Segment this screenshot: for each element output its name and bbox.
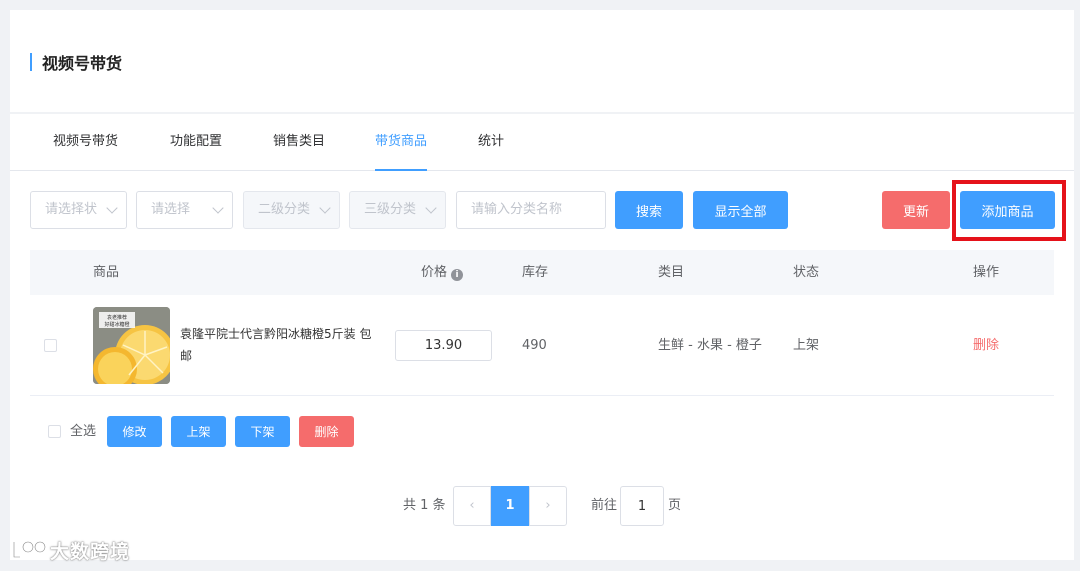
online-button[interactable]: 上架 [171,416,226,447]
tab-products[interactable]: 带货商品 [375,114,428,171]
table-row: 袁老推荐 好甜冰糖橙 袁隆平院士代言黔阳冰糖橙5斤装 包邮 490 生鲜 - 水… [30,295,1054,396]
product-thumbnail: 袁老推荐 好甜冰糖橙 [93,307,170,384]
tab-bar: 视频号带货 功能配置 销售类目 带货商品 统计 [10,114,1074,171]
goto-page-input[interactable] [620,486,664,526]
th-stock: 库存 [522,265,549,280]
chevron-down-icon [212,202,224,214]
tab-statistics[interactable]: 统计 [478,114,504,171]
th-actions: 操作 [973,265,1000,280]
chevron-down-icon [425,202,437,214]
edit-button[interactable]: 修改 [107,416,162,447]
category-name-placeholder: 请输入分类名称 [471,202,563,217]
tab-feature-config[interactable]: 功能配置 [170,114,222,171]
product-name[interactable]: 袁隆平院士代言黔阳冰糖橙5斤装 包邮 [180,323,380,367]
page-number-current[interactable]: 1 [491,486,529,526]
page-suffix: 页 [668,498,682,513]
stock-value: 490 [522,338,547,353]
pagination: 共 1 条 ‹ 1 › 前往 页 [403,486,703,526]
title-accent-bar [30,53,32,71]
delete-link[interactable]: 删除 [973,295,999,396]
select-all-label[interactable]: 全选 [70,416,96,447]
chevron-down-icon [106,202,118,214]
status-value: 上架 [793,338,820,353]
next-page-button[interactable]: › [529,486,567,526]
table-header: 商品 价格 i 库存 类目 状态 操作 [30,250,1054,295]
level2-category-select: 二级分类 [243,191,340,229]
orange-image-icon: 袁老推荐 好甜冰糖橙 [93,307,170,384]
highlight-box [952,180,1066,241]
bulk-delete-button[interactable]: 删除 [299,416,354,447]
price-input[interactable] [395,330,492,361]
thumb-text-1: 袁老推荐 [107,314,127,321]
level3-placeholder: 三级分类 [364,202,417,217]
bulk-actions: 全选 修改 上架 下架 删除 [48,416,448,447]
category-value: 生鲜 - 水果 - 橙子 [658,338,762,353]
category-select[interactable]: 请选择 [136,191,233,229]
search-button[interactable]: 搜索 [615,191,683,229]
goto-label: 前往 [591,498,618,513]
info-icon[interactable]: i [451,269,464,281]
tab-channel-sales[interactable]: 视频号带货 [53,114,118,171]
status-select-placeholder: 请选择状 [45,202,98,217]
header-card: 视频号带货 [10,10,1074,112]
level2-placeholder: 二级分类 [258,202,311,217]
row-checkbox[interactable] [44,339,57,352]
main-card: 视频号带货 功能配置 销售类目 带货商品 统计 请选择状 请选择 二级分类 三级… [10,114,1074,560]
level3-category-select: 三级分类 [349,191,446,229]
th-category: 类目 [658,265,685,280]
page-title-text: 视频号带货 [42,54,123,73]
th-price-label: 价格 [421,265,448,280]
offline-button[interactable]: 下架 [235,416,290,447]
page-title: 视频号带货 [30,50,122,74]
th-price: 价格 i [421,250,464,295]
category-select-placeholder: 请选择 [151,202,191,217]
logo-icon [12,540,47,559]
thumb-text-2: 好甜冰糖橙 [104,321,129,328]
th-status: 状态 [793,265,820,280]
status-select[interactable]: 请选择状 [30,191,127,229]
show-all-button[interactable]: 显示全部 [693,191,788,229]
select-all-checkbox[interactable] [48,425,61,438]
tab-sales-category[interactable]: 销售类目 [273,114,325,171]
refresh-button[interactable]: 更新 [882,191,950,229]
total-count: 共 1 条 [403,498,446,513]
chevron-down-icon [319,202,331,214]
prev-page-button[interactable]: ‹ [453,486,491,526]
watermark-text: 大数跨境 [50,540,131,563]
watermark: 大数跨境 [10,536,130,564]
th-product: 商品 [93,265,120,280]
category-name-input[interactable]: 请输入分类名称 [456,191,606,229]
